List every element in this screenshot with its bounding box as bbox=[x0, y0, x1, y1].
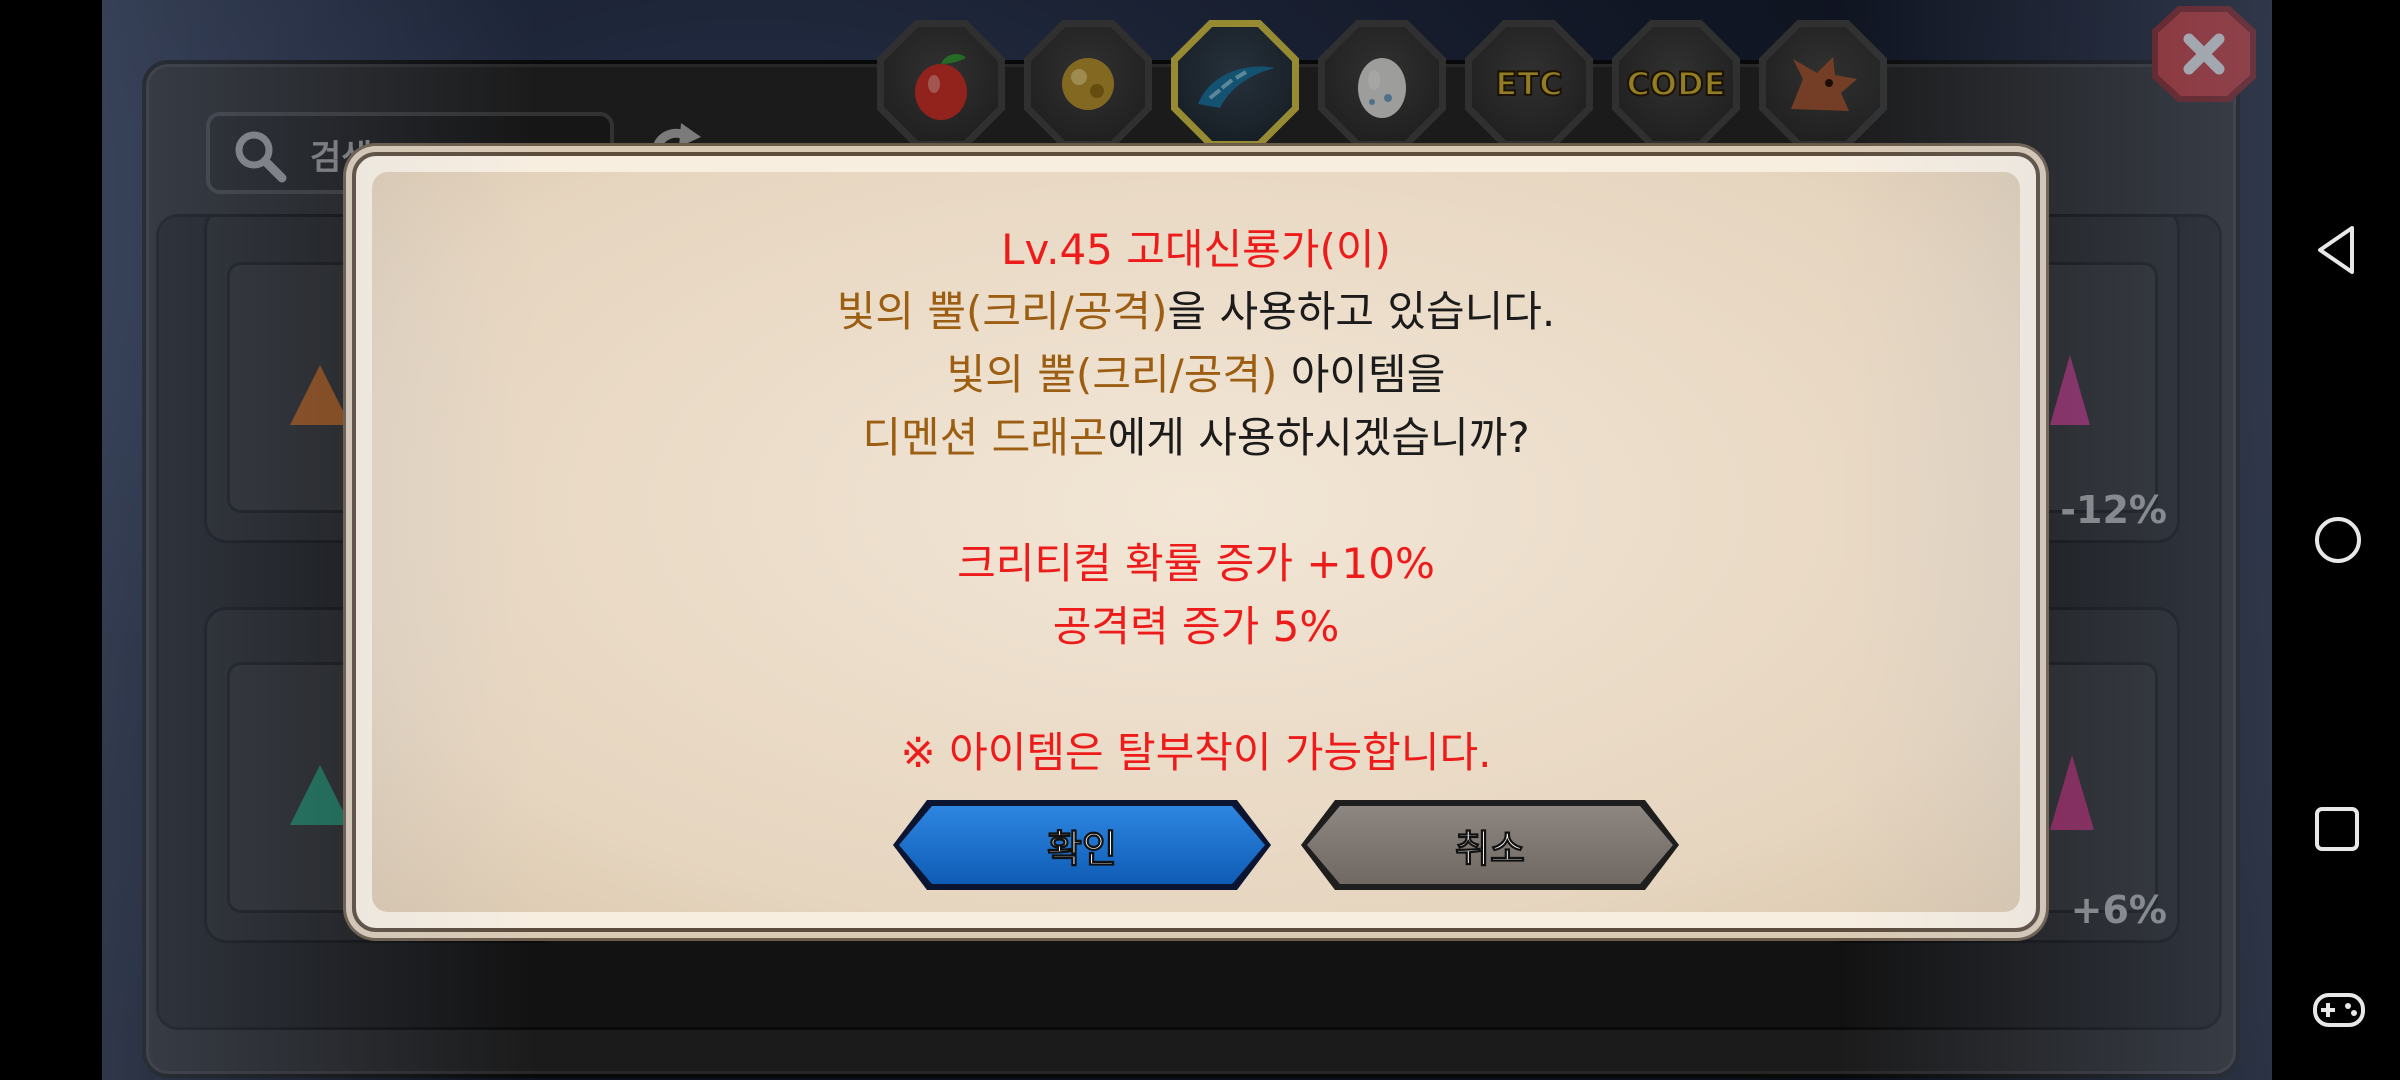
card-image bbox=[1847, 662, 2158, 913]
tab-fruit[interactable] bbox=[877, 20, 1005, 148]
android-nav-bar bbox=[2272, 0, 2400, 1080]
egg-icon bbox=[1358, 58, 1406, 118]
recents-icon[interactable] bbox=[2312, 804, 2362, 854]
fruit-icon bbox=[915, 54, 967, 120]
tab-gold-ball[interactable] bbox=[1024, 20, 1152, 148]
item-name: 빛의 뿔(크리/공격) bbox=[946, 350, 1278, 399]
search-input[interactable]: 검색 bbox=[206, 112, 614, 194]
item-name: 빛의 뿔(크리/공격) bbox=[836, 287, 1168, 336]
card-image bbox=[1847, 262, 2158, 513]
effect-crit: 크리티컬 확률 증가 +10% bbox=[957, 539, 1435, 588]
card-title: 행운 bbox=[352, 622, 412, 660]
horn-icon bbox=[1198, 66, 1275, 108]
effect-attack: 공격력 증가 5% bbox=[1052, 602, 1340, 651]
tab-dragon-head[interactable] bbox=[1759, 20, 1887, 148]
item-icon bbox=[2050, 355, 2090, 425]
confirm-dialog: Lv.45 고대신룡가(이) 빛의 뿔(크리/공격)을 사용하고 있습니다. 빛… bbox=[352, 152, 2040, 932]
modal-backdrop bbox=[102, 0, 2272, 1080]
list-item[interactable]: 톱 +6% bbox=[1824, 607, 2180, 943]
search-placeholder: 검색 bbox=[310, 138, 373, 178]
item-icon bbox=[2050, 755, 2094, 830]
dialog-note: ※ 아이템은 탈부착이 가능합니다. bbox=[900, 728, 1492, 777]
inventory-panel: 검색 골드 발톱 -12% 행운 톱 +6% bbox=[142, 60, 2240, 1078]
dialog-line-2: 빛의 뿔(크리/공격)을 사용하고 있습니다. bbox=[372, 286, 2020, 338]
tab-horn[interactable] bbox=[1171, 20, 1299, 148]
item-icon bbox=[290, 765, 350, 825]
list-item[interactable]: 행운 bbox=[204, 607, 560, 943]
tab-code-label: CODE bbox=[1625, 64, 1726, 104]
dialog-title: Lv.45 고대신룡가(이) bbox=[1001, 225, 1391, 274]
tab-etc[interactable]: ETC bbox=[1465, 20, 1593, 148]
dialog-text: 에게 사용하시겠습니까? bbox=[1107, 413, 1530, 462]
gold-ball-icon bbox=[1062, 58, 1114, 110]
list-item[interactable]: 골드 bbox=[204, 217, 560, 543]
dragon-head-icon bbox=[1791, 57, 1857, 111]
refresh-icon[interactable] bbox=[641, 119, 711, 189]
tab-egg[interactable] bbox=[1318, 20, 1446, 148]
card-title: 골드 bbox=[352, 222, 412, 260]
confirm-label: 확인 bbox=[899, 806, 1265, 884]
confirm-button[interactable]: 확인 bbox=[893, 800, 1271, 890]
dialog-line-3: 빛의 뿔(크리/공격) 아이템을 bbox=[372, 349, 2020, 401]
card-title: 톱 bbox=[1987, 622, 2017, 660]
back-icon[interactable] bbox=[2312, 222, 2362, 278]
dialog-line-4: 디멘션 드래곤에게 사용하시겠습니까? bbox=[372, 412, 2020, 464]
category-tab-bar: ETC CODE bbox=[767, 20, 1907, 150]
close-icon bbox=[2183, 33, 2225, 75]
target-name: 디멘션 드래곤 bbox=[862, 413, 1108, 462]
home-icon[interactable] bbox=[2312, 514, 2364, 566]
tab-code[interactable]: CODE bbox=[1612, 20, 1740, 148]
close-button[interactable] bbox=[2152, 6, 2256, 102]
dialog-text: 아이템을 bbox=[1277, 350, 1446, 399]
card-image bbox=[227, 262, 538, 513]
item-icon bbox=[290, 365, 350, 425]
card-image bbox=[227, 662, 538, 913]
card-value: -12% bbox=[2060, 488, 2167, 532]
cancel-label: 취소 bbox=[1307, 806, 1673, 884]
gamepad-icon[interactable] bbox=[2312, 990, 2366, 1030]
list-item[interactable]: 발톱 -12% bbox=[1824, 217, 2180, 543]
game-screen: 검색 골드 발톱 -12% 행운 톱 +6% ETC CODE Lv.45 고대… bbox=[102, 0, 2272, 1080]
search-icon bbox=[235, 131, 287, 183]
dialog-text: 을 사용하고 있습니다. bbox=[1167, 287, 1556, 336]
cancel-button[interactable]: 취소 bbox=[1301, 800, 1679, 890]
card-value: +6% bbox=[2070, 888, 2167, 932]
tab-etc-label: ETC bbox=[1494, 64, 1563, 104]
card-title: 발톱 bbox=[1972, 222, 2032, 260]
item-list: 골드 발톱 -12% 행운 톱 +6% bbox=[156, 214, 2222, 1030]
dialog-body: Lv.45 고대신룡가(이) 빛의 뿔(크리/공격)을 사용하고 있습니다. 빛… bbox=[372, 172, 2020, 912]
